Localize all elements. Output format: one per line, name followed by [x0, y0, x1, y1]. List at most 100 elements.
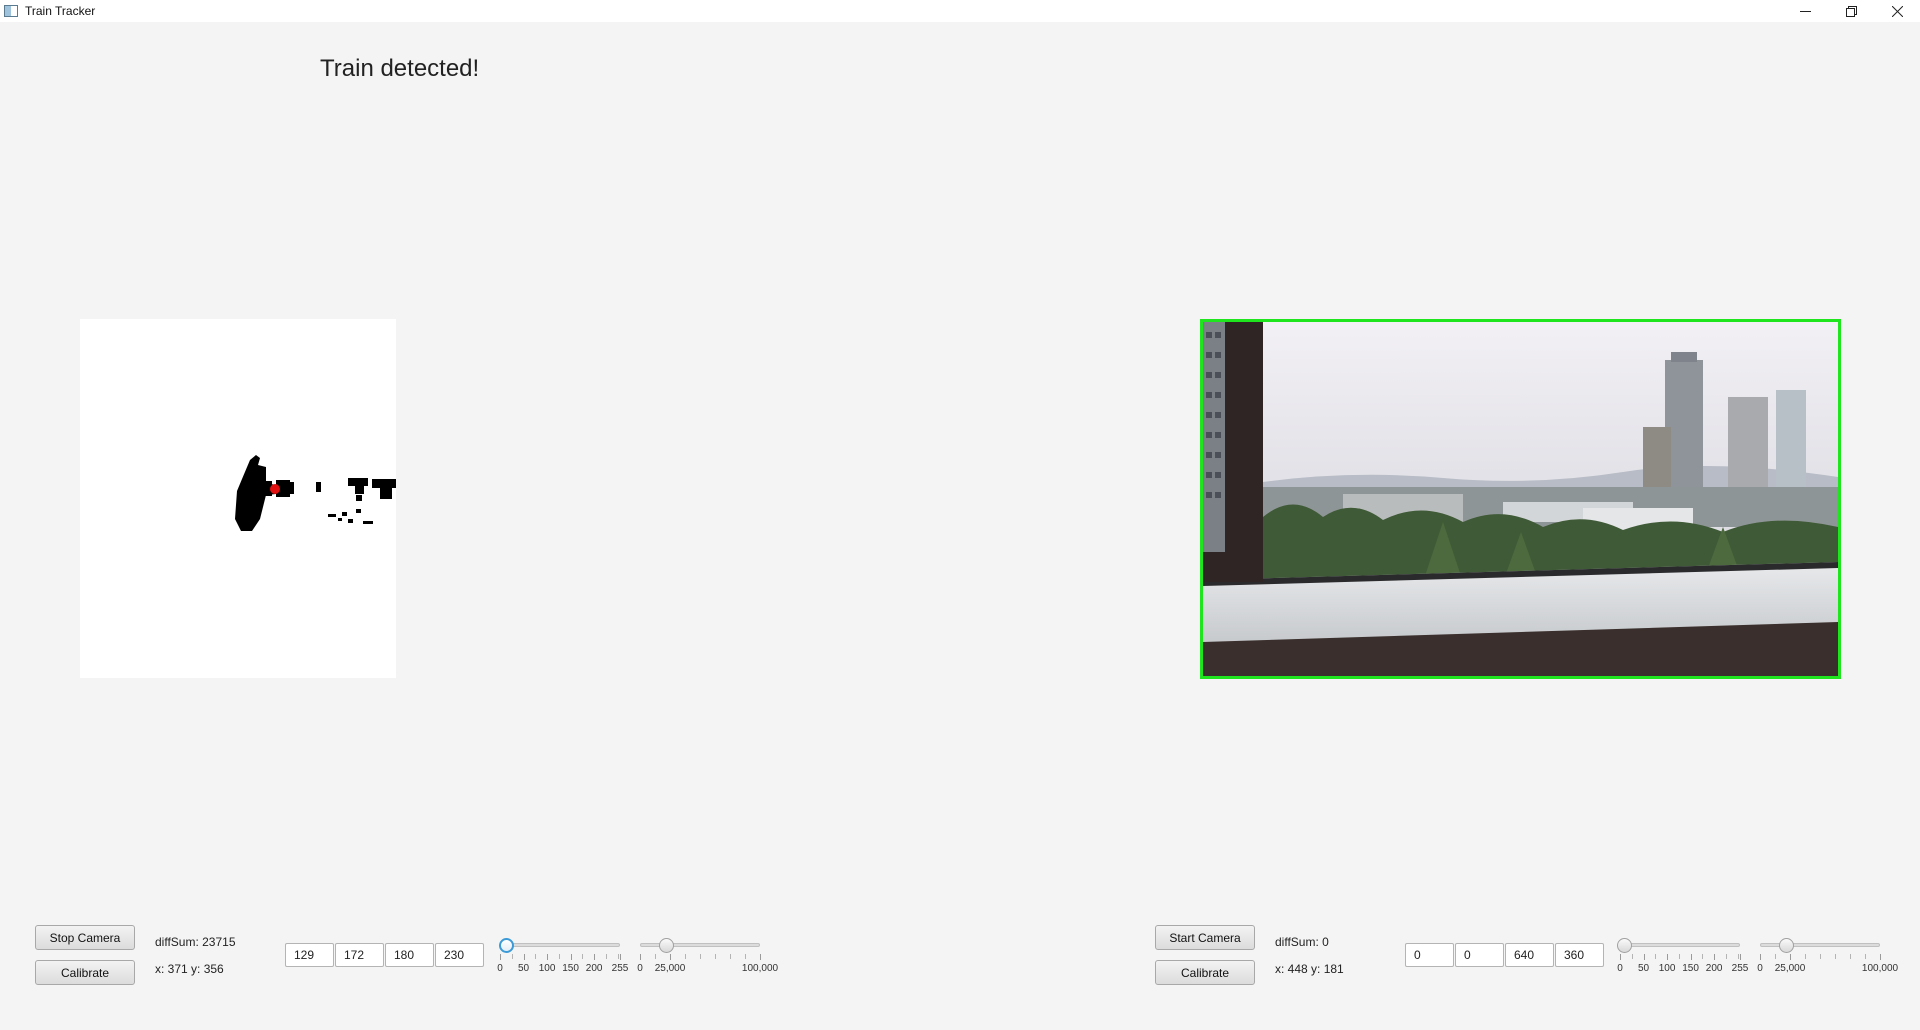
slider-thumb[interactable] — [1616, 938, 1632, 953]
right-calibrate-button[interactable]: Calibrate — [1155, 960, 1255, 985]
slider-tick-label: 50 — [1637, 963, 1650, 974]
slider-thumb[interactable] — [659, 938, 675, 953]
slider-tick — [1702, 954, 1704, 959]
close-icon — [1891, 5, 1903, 17]
slider-tick — [700, 954, 701, 959]
slider-tick — [535, 954, 537, 959]
slider-tick — [1667, 954, 1669, 960]
slider-tick — [558, 954, 560, 959]
right-roi-width-field[interactable]: 640 — [1505, 943, 1554, 967]
slider-tick — [1678, 954, 1680, 959]
window-title: Train Tracker — [25, 4, 96, 18]
minimize-button[interactable] — [1782, 0, 1828, 22]
close-button[interactable] — [1874, 0, 1920, 22]
restore-button[interactable] — [1828, 0, 1874, 22]
slider-tick-label: 25,000 — [1774, 963, 1806, 974]
slider-tick — [511, 954, 513, 959]
left-calibrate-button[interactable]: Calibrate — [35, 960, 135, 985]
left-roi-x-field[interactable]: 129 — [285, 943, 334, 967]
slider-tick — [760, 954, 761, 960]
slider-tick-label: 100 — [1658, 963, 1676, 974]
slider-tick — [730, 954, 731, 959]
slider-tick — [500, 954, 501, 960]
minimize-icon — [1799, 10, 1811, 12]
slider-tick — [620, 954, 621, 960]
stop-camera-button[interactable]: Stop Camera — [35, 925, 135, 950]
left-threshold-slider[interactable]: 0 50 100 150 200 255 — [497, 935, 628, 974]
slider-tick — [605, 954, 607, 959]
slider-tick — [715, 954, 716, 959]
slider-tick — [570, 954, 572, 960]
slider-tick — [1690, 954, 1692, 960]
right-roi-height-field[interactable]: 360 — [1555, 943, 1604, 967]
title-bar: Train Tracker — [0, 0, 1920, 22]
slider-tick — [1775, 954, 1776, 959]
slider-tick — [1835, 954, 1836, 959]
slider-tick-label: 0 — [497, 963, 503, 974]
slider-tick-label: 255 — [611, 963, 629, 974]
app-icon — [4, 5, 18, 17]
slider-tick — [594, 954, 596, 960]
left-roi-height-field[interactable]: 230 — [435, 943, 484, 967]
slider-tick — [547, 954, 549, 960]
tracked-point-marker — [270, 484, 280, 494]
slider-tick — [1820, 954, 1821, 959]
slider-track[interactable] — [640, 943, 760, 947]
motion-mask-view — [80, 319, 396, 678]
slider-tick-label: 25,000 — [654, 963, 686, 974]
right-coords-label: x: 448 y: 181 — [1275, 962, 1344, 976]
window-controls — [1782, 0, 1920, 22]
slider-track[interactable] — [500, 943, 620, 947]
slider-tick — [1714, 954, 1716, 960]
slider-tick-label: 100,000 — [1861, 963, 1899, 974]
slider-tick — [1725, 954, 1727, 959]
slider-tick — [685, 954, 686, 959]
left-roi-width-field[interactable]: 180 — [385, 943, 434, 967]
slider-tick-label: 150 — [562, 963, 579, 974]
slider-tick — [1880, 954, 1881, 960]
slider-tick — [745, 954, 746, 959]
slider-tick-label: 100 — [538, 963, 556, 974]
left-diffsum-label: diffSum: 23715 — [155, 935, 236, 949]
slider-tick — [1655, 954, 1657, 959]
slider-tick — [655, 954, 656, 959]
slider-tick — [1760, 954, 1761, 960]
right-threshold-slider[interactable]: 0 50 100 150 200 255 — [1616, 935, 1748, 974]
left-diff-threshold-slider[interactable]: 0 25,000 100,000 — [637, 935, 778, 974]
restore-icon — [1845, 5, 1857, 17]
slider-tick-label: 150 — [1682, 963, 1699, 974]
right-diff-threshold-slider[interactable]: 0 25,000 100,000 — [1757, 935, 1898, 974]
slider-tick-label: 100,000 — [741, 963, 779, 974]
slider-tick — [1737, 954, 1739, 959]
start-camera-button[interactable]: Start Camera — [1155, 925, 1255, 950]
slider-tick — [1740, 954, 1741, 960]
right-roi-x-field[interactable]: 0 — [1405, 943, 1454, 967]
right-diffsum-label: diffSum: 0 — [1275, 935, 1329, 949]
slider-tick-label: 255 — [1731, 963, 1749, 974]
slider-tick — [1805, 954, 1806, 959]
slider-thumb[interactable] — [498, 938, 514, 953]
slider-track[interactable] — [1760, 943, 1880, 947]
slider-tick-label: 0 — [1757, 963, 1763, 974]
right-roi-y-field[interactable]: 0 — [1455, 943, 1504, 967]
slider-thumb[interactable] — [1779, 938, 1795, 953]
slider-tick — [1631, 954, 1633, 959]
left-coords-label: x: 371 y: 356 — [155, 962, 224, 976]
slider-tick — [523, 954, 525, 960]
detection-status: Train detected! — [320, 55, 480, 82]
slider-tick-label: 50 — [517, 963, 530, 974]
slider-tick — [1643, 954, 1645, 960]
slider-tick-label: 0 — [1617, 963, 1623, 974]
slider-tick — [617, 954, 619, 959]
slider-tick — [1850, 954, 1851, 959]
slider-track[interactable] — [1620, 943, 1740, 947]
slider-tick — [1865, 954, 1866, 959]
slider-tick — [582, 954, 584, 959]
slider-tick-label: 200 — [1705, 963, 1723, 974]
left-roi-y-field[interactable]: 172 — [335, 943, 384, 967]
slider-tick — [670, 954, 671, 960]
slider-tick — [1790, 954, 1791, 960]
slider-tick — [1620, 954, 1621, 960]
slider-tick-label: 200 — [585, 963, 603, 974]
slider-tick — [640, 954, 641, 960]
